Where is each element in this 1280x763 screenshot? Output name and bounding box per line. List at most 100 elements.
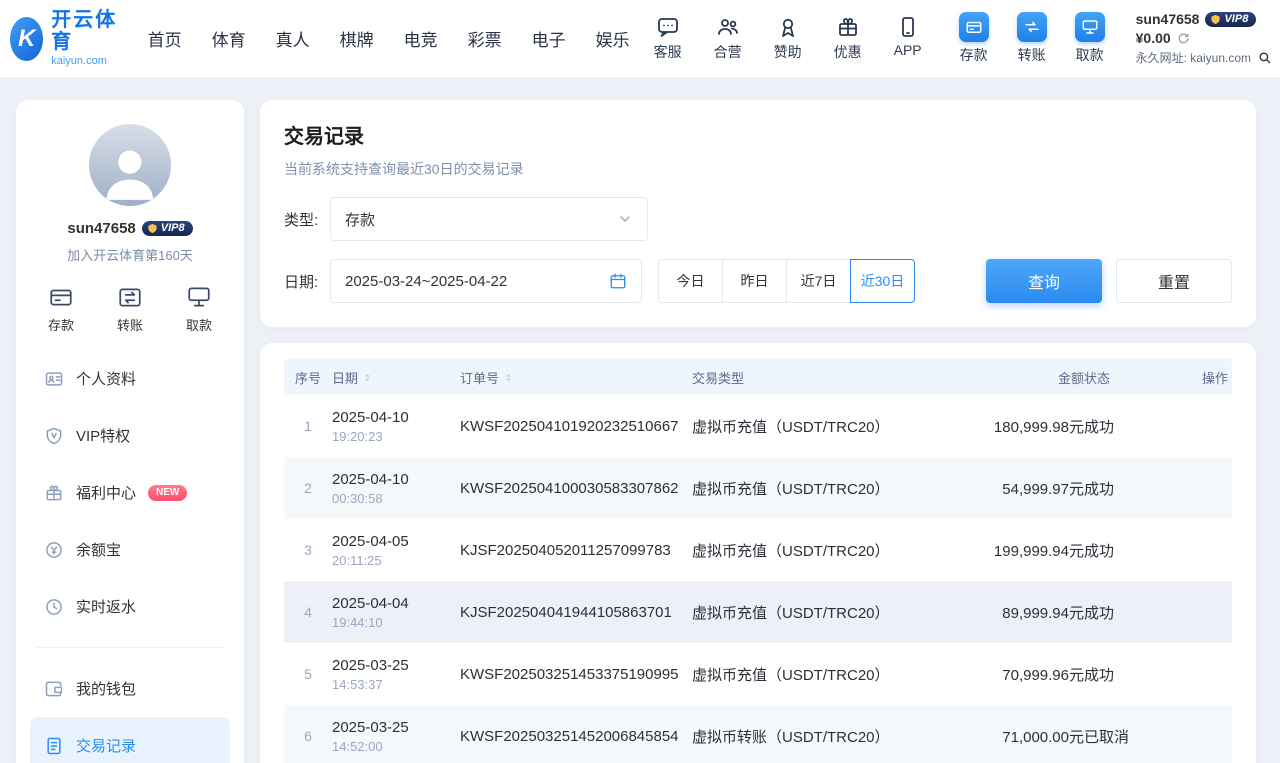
date-range-value: 2025-03-24~2025-04-22 [345, 273, 507, 290]
deposit-icon [959, 12, 989, 42]
sidebar-menu: 个人资料 VIP特权 福利中心 NEW 余额宝 [30, 350, 230, 763]
brand-logo[interactable]: K 开云体育 kaiyun.com [10, 9, 118, 67]
cell-order-number: KWSF202503251452006845854 [460, 728, 692, 745]
cell-amount: 54,999.97元 [914, 478, 1084, 499]
date-label: 日期: [284, 271, 330, 292]
sidebar-deposit-button[interactable]: 存款 [48, 284, 74, 334]
new-badge: NEW [148, 485, 187, 501]
utility-sponsor[interactable]: 赞助 [764, 15, 812, 62]
sidebar-item-profile[interactable]: 个人资料 [30, 350, 230, 407]
type-label: 类型: [284, 209, 330, 230]
sidebar-item-yuebao[interactable]: 余额宝 [30, 521, 230, 578]
quick-action-label: 存款 [48, 315, 74, 334]
utility-label: 合营 [714, 42, 742, 62]
sidebar-item-vip[interactable]: VIP特权 [30, 407, 230, 464]
nav-home[interactable]: 首页 [148, 26, 182, 51]
cell-index: 3 [284, 542, 332, 558]
table-row: 3 2025-04-05 20:11:25 KJSF20250405201125… [284, 519, 1232, 581]
utility-menu: 客服 合营 赞助 优惠 APP [644, 15, 932, 62]
sidebar-item-welfare[interactable]: 福利中心 NEW [30, 464, 230, 521]
cell-order-number: KJSF202504041944105863701 [460, 604, 692, 621]
cell-date: 2025-03-25 14:53:37 [332, 657, 460, 692]
withdraw-icon [186, 284, 212, 310]
utility-label: 赞助 [774, 42, 802, 62]
utility-label: APP [894, 42, 922, 58]
sidebar-transfer-button[interactable]: 转账 [117, 284, 143, 334]
table-row: 4 2025-04-04 19:44:10 KJSF20250404194410… [284, 581, 1232, 643]
cell-transaction-type: 虚拟币充值（USDT/TRC20） [692, 416, 914, 437]
table-row: 2 2025-04-10 00:30:58 KWSF20250410003058… [284, 457, 1232, 519]
chevron-down-icon [617, 211, 633, 227]
range-yesterday-button[interactable]: 昨日 [722, 259, 787, 303]
header-type: 交易类型 [692, 368, 914, 387]
cell-order-number: KWSF202504100030583307862 [460, 480, 692, 497]
nav-slots[interactable]: 电子 [532, 26, 566, 51]
quick-range-group: 今日 昨日 近7日 近30日 [658, 259, 915, 303]
profile-avatar[interactable] [89, 124, 171, 206]
top-navbar: K 开云体育 kaiyun.com 首页 体育 真人 棋牌 电竞 彩票 电子 娱… [0, 0, 1280, 78]
sidebar-item-label: 我的钱包 [76, 678, 136, 699]
brand-domain: kaiyun.com [51, 55, 117, 67]
wallet-quick-actions: 存款 转账 取款 [950, 12, 1114, 65]
sort-icon[interactable] [362, 372, 373, 383]
sidebar-item-label: 余额宝 [76, 539, 121, 560]
sidebar-item-label: 福利中心 [76, 482, 136, 503]
table-row: 1 2025-04-10 19:20:23 KWSF20250410192023… [284, 395, 1232, 457]
nav-cards[interactable]: 棋牌 [340, 26, 374, 51]
vip-crest-icon [1210, 14, 1221, 25]
nav-esports[interactable]: 电竞 [404, 26, 438, 51]
topbar-deposit-button[interactable]: 存款 [950, 12, 998, 65]
refresh-balance-icon[interactable] [1177, 32, 1190, 45]
gift-icon [44, 483, 64, 503]
cell-transaction-type: 虚拟币转账（USDT/TRC20） [692, 726, 914, 747]
coin-icon [44, 540, 64, 560]
range-7days-button[interactable]: 近7日 [786, 259, 851, 303]
topbar-transfer-button[interactable]: 转账 [1008, 12, 1056, 65]
header-operation: 操作 [1184, 368, 1232, 387]
search-button[interactable]: 查询 [986, 259, 1102, 303]
cell-date: 2025-04-10 19:20:23 [332, 409, 460, 444]
utility-app[interactable]: APP [884, 15, 932, 62]
sidebar-item-rebate[interactable]: 实时返水 [30, 578, 230, 635]
reset-button[interactable]: 重置 [1116, 259, 1232, 303]
topbar-withdraw-button[interactable]: 取款 [1066, 12, 1114, 65]
brand-name: 开云体育 [51, 9, 117, 53]
sidebar-item-wallet[interactable]: 我的钱包 [30, 660, 230, 717]
sidebar-item-label: 实时返水 [76, 596, 136, 617]
type-select[interactable]: 存款 [330, 197, 648, 241]
type-filter-row: 类型: 存款 [284, 197, 1232, 241]
sidebar-withdraw-button[interactable]: 取款 [186, 284, 212, 334]
nav-lottery[interactable]: 彩票 [468, 26, 502, 51]
transfer-icon [1017, 12, 1047, 42]
transfer-icon [117, 284, 143, 310]
vip-shield-icon [44, 426, 64, 446]
range-today-button[interactable]: 今日 [658, 259, 723, 303]
deposit-icon [48, 284, 74, 310]
permanent-url: 永久网址: kaiyun.com [1136, 49, 1251, 66]
utility-promo[interactable]: 优惠 [824, 15, 872, 62]
page-layout: sun47658 VIP8 加入开云体育第160天 存款 转账 [0, 78, 1280, 763]
sidebar-item-label: VIP特权 [76, 425, 130, 446]
cell-transaction-type: 虚拟币充值（USDT/TRC20） [692, 478, 914, 499]
nav-entertainment[interactable]: 娱乐 [596, 26, 630, 51]
utility-partners[interactable]: 合营 [704, 15, 752, 62]
user-info: sun47658 VIP8 ¥0.00 永久网址: kaiyun.com [1136, 11, 1280, 66]
sidebar-quick-actions: 存款 转账 取款 [48, 284, 212, 334]
cell-index: 2 [284, 480, 332, 496]
date-range-input[interactable]: 2025-03-24~2025-04-22 [330, 259, 642, 303]
search-icon[interactable] [1257, 50, 1272, 65]
range-30days-button[interactable]: 近30日 [850, 259, 915, 303]
nav-live[interactable]: 真人 [276, 26, 310, 51]
header-index: 序号 [284, 368, 332, 387]
profile-username: sun47658 [67, 220, 135, 237]
cell-index: 4 [284, 604, 332, 620]
rebate-cycle-icon [44, 597, 64, 617]
cell-status: 成功 [1084, 416, 1184, 437]
utility-support[interactable]: 客服 [644, 15, 692, 62]
sidebar-item-transactions[interactable]: 交易记录 [30, 717, 230, 763]
nav-sports[interactable]: 体育 [212, 26, 246, 51]
wallet-action-label: 存款 [960, 45, 988, 65]
cell-amount: 70,999.96元 [914, 664, 1084, 685]
date-filter-row: 日期: 2025-03-24~2025-04-22 今日 昨日 近7日 近30日… [284, 259, 1232, 303]
sort-icon[interactable] [503, 372, 514, 383]
